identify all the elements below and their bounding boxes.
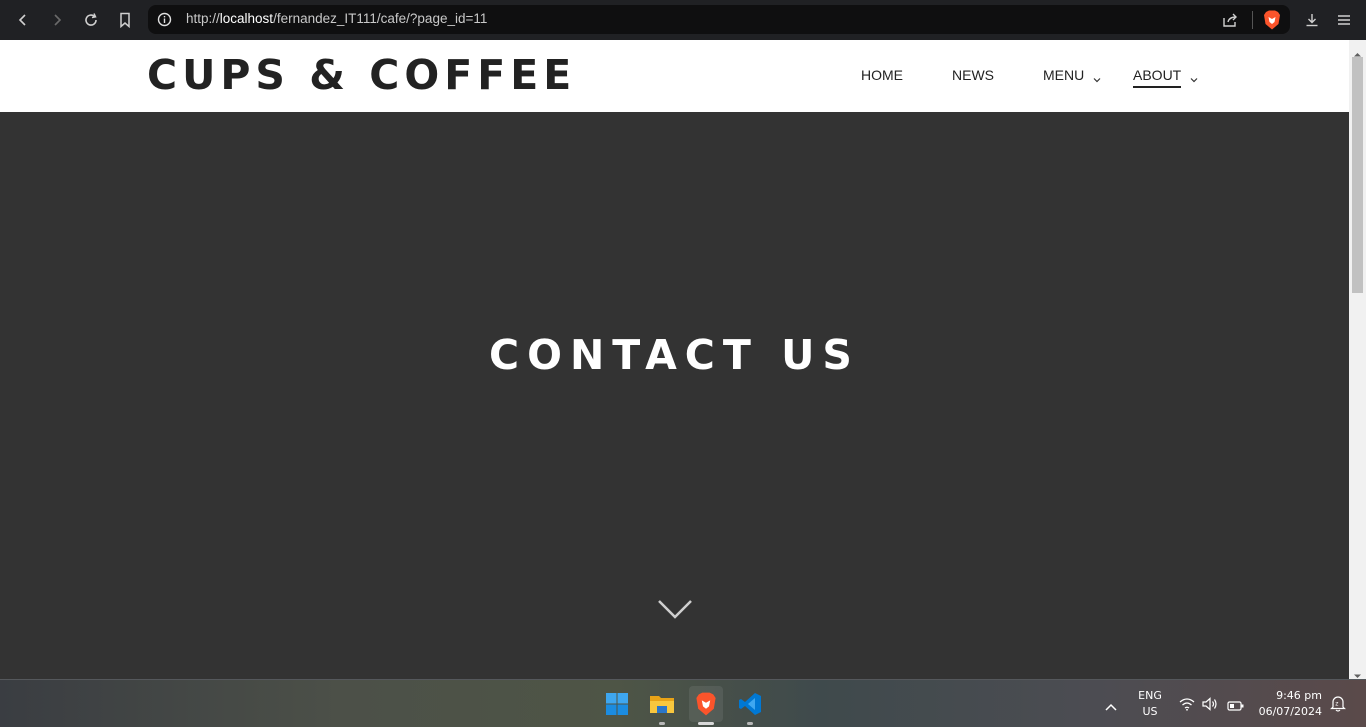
notification-bell-icon[interactable]: z xyxy=(1330,695,1346,716)
nav-menu[interactable]: MENU xyxy=(1043,67,1084,83)
download-icon[interactable] xyxy=(1301,9,1323,31)
hamburger-menu-icon[interactable] xyxy=(1333,9,1355,31)
brave-browser-indicator xyxy=(698,722,714,725)
url-divider xyxy=(1252,10,1253,29)
svg-text:z: z xyxy=(1335,701,1338,708)
tray-overflow-chevron-icon[interactable] xyxy=(1104,697,1118,716)
file-explorer-indicator xyxy=(659,722,665,725)
bookmark-icon[interactable] xyxy=(114,9,136,31)
brave-shields-icon[interactable] xyxy=(1263,10,1281,30)
file-explorer-icon[interactable] xyxy=(646,688,678,725)
chevron-down-icon[interactable] xyxy=(1093,69,1101,88)
url-host: localhost xyxy=(219,11,274,26)
address-bar[interactable]: http://localhost/fernandez_IT111/cafe/?p… xyxy=(148,5,1290,34)
clock-time[interactable]: 9:46 pm xyxy=(1262,689,1322,702)
taskbar: ENG US 9:46 pm 06/07/2024 z xyxy=(0,679,1366,727)
nav-about[interactable]: ABOUT xyxy=(1133,67,1182,88)
scroll-up-icon[interactable] xyxy=(1353,44,1362,57)
scroll-thumb[interactable] xyxy=(1352,57,1363,293)
page-viewport: CUPS & COFFEE HOME NEWS MENU ABOUT CONTA… xyxy=(0,40,1349,679)
battery-icon[interactable] xyxy=(1227,697,1245,716)
vscode-icon[interactable] xyxy=(734,688,766,725)
language-region[interactable]: US xyxy=(1136,705,1164,718)
share-icon[interactable] xyxy=(1222,12,1238,28)
windows-start-icon[interactable] xyxy=(601,688,633,720)
reload-icon[interactable] xyxy=(80,9,102,31)
brave-browser-icon[interactable] xyxy=(689,686,723,725)
back-icon[interactable] xyxy=(12,9,34,31)
volume-icon[interactable] xyxy=(1202,696,1218,715)
site-title[interactable]: CUPS & COFFEE xyxy=(147,51,576,99)
url-text: http://localhost/fernandez_IT111/cafe/?p… xyxy=(186,11,487,26)
scroll-down-icon[interactable] xyxy=(1353,666,1362,678)
forward-icon[interactable] xyxy=(46,9,68,31)
language-code[interactable]: ENG xyxy=(1136,689,1164,702)
url-path: /fernandez_IT111/cafe/?page_id=11 xyxy=(273,11,488,26)
browser-toolbar: http://localhost/fernandez_IT111/cafe/?p… xyxy=(0,0,1366,40)
url-prefix: http:// xyxy=(186,11,220,26)
chevron-down-icon[interactable] xyxy=(1190,69,1198,88)
wifi-icon[interactable] xyxy=(1179,696,1195,715)
clock-date[interactable]: 06/07/2024 xyxy=(1252,705,1322,718)
site-header: CUPS & COFFEE HOME NEWS MENU ABOUT xyxy=(0,40,1349,112)
scroll-down-chevron-icon[interactable] xyxy=(656,598,694,624)
nav-home[interactable]: HOME xyxy=(861,67,903,83)
hero-title: CONTACT US xyxy=(489,331,860,379)
site-info-icon[interactable] xyxy=(157,12,172,31)
nav-news[interactable]: NEWS xyxy=(952,67,994,83)
vscode-indicator xyxy=(747,722,753,725)
page-scrollbar[interactable] xyxy=(1349,40,1366,679)
